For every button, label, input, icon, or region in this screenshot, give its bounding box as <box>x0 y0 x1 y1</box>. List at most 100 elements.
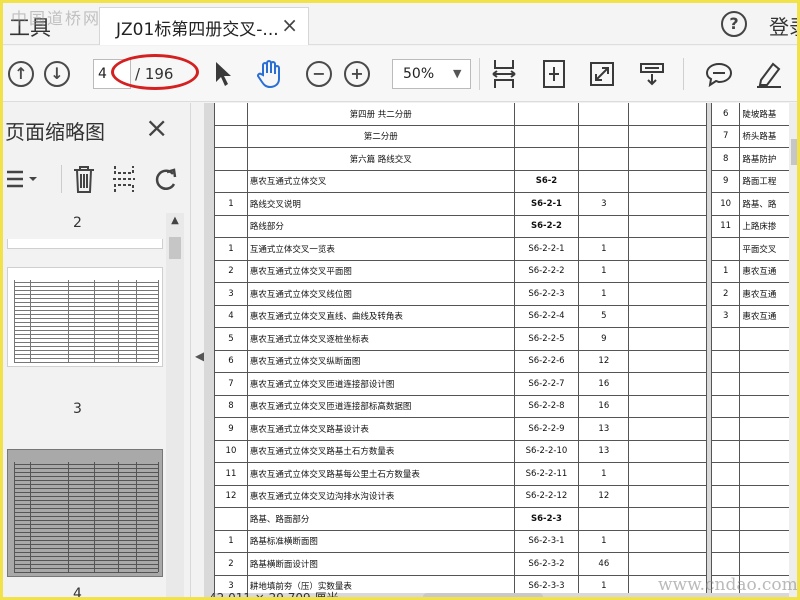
toolbar: ↑ ↓ 4 / 196 − + 50% ▼ <box>3 46 797 102</box>
close-tab-icon[interactable]: × <box>281 13 298 37</box>
document-tab-title: JZ01标第四册交叉-... <box>116 20 279 40</box>
table-row: 4 惠农互通式立体交叉直线、曲线及转角表 S6-2-2-4 5 <box>214 304 707 328</box>
tab-document[interactable]: JZ01标第四册交叉-... × <box>99 7 309 45</box>
table-cell-name: 第二分册 <box>246 124 515 148</box>
table-cell-name: 惠农互通式立体交叉逐桩坐标表 <box>246 327 515 351</box>
thumbnail-page-2[interactable] <box>7 239 163 249</box>
table-cell-pages: 16 <box>578 372 630 396</box>
delete-icon[interactable] <box>71 164 97 198</box>
table-cell-num: 10 <box>711 192 741 216</box>
table-cell-num: 7 <box>214 372 248 396</box>
table-row: 3 惠农互通 <box>711 304 797 328</box>
table-row: 路基、路面部分 S6-2-3 <box>214 507 707 531</box>
fit-page-icon[interactable] <box>539 46 569 102</box>
signin-link[interactable]: 登录 <box>769 11 797 40</box>
table-row: 平面交叉 <box>711 237 797 261</box>
thumbnail-page-4-selected[interactable] <box>7 449 163 577</box>
table-cell-name: 路线交叉说明 <box>246 192 515 216</box>
options-menu-icon[interactable] <box>5 167 41 195</box>
table-cell-num: 12 <box>214 484 248 508</box>
table-cell-name: 惠农互通式立体交叉路基每公里土石方数量表 <box>246 462 515 486</box>
read-mode-icon[interactable] <box>637 46 667 102</box>
help-icon[interactable]: ? <box>721 11 747 37</box>
table-cell-num: 11 <box>214 462 248 486</box>
document-viewer: 第四册 共二分册 第二分册 第六篇 路线交叉 惠农互通式立体交叉 S6-2 1 路线交叉说明… <box>204 103 797 597</box>
zoom-dropdown-icon[interactable]: ▼ <box>453 67 461 80</box>
rotate-icon[interactable] <box>153 164 179 198</box>
watermark-top: 中国道桥网 <box>11 9 102 28</box>
table-row: 1 路基标准横断面图 S6-2-3-1 1 <box>214 529 707 553</box>
table-cell-name: 第六篇 路线交叉 <box>246 147 515 171</box>
table-cell-empty <box>628 259 707 283</box>
table-row: 7 桥头路基 <box>711 124 797 148</box>
table-cell-code: S6-2-2-1 <box>513 237 580 261</box>
table-row: 11 上路床掺 <box>711 214 797 238</box>
table-cell-num <box>711 327 741 351</box>
table-cell-pages <box>578 214 630 238</box>
thumbnail-content <box>8 450 162 576</box>
close-panel-icon[interactable]: × <box>145 111 168 144</box>
table-row <box>711 462 797 486</box>
table-cell-pages <box>578 507 630 531</box>
table-cell-name: 互通式立体交叉一览表 <box>246 237 515 261</box>
prev-page-icon[interactable]: ↑ <box>7 46 35 102</box>
next-page-icon[interactable]: ↓ <box>43 46 71 102</box>
table-row <box>711 394 797 418</box>
table-cell-empty <box>628 529 707 553</box>
extract-pages-icon[interactable] <box>111 164 137 198</box>
scrollbar-thumb[interactable] <box>169 237 181 259</box>
table-cell-empty <box>628 507 707 531</box>
table-row <box>711 484 797 508</box>
table-cell-num <box>711 372 741 396</box>
table-cell-num: 8 <box>711 147 741 171</box>
table-cell-num <box>711 349 741 373</box>
table-row: 1 路线交叉说明 S6-2-1 3 <box>214 192 707 216</box>
table-cell-num: 2 <box>214 552 248 576</box>
table-cell-name: 惠农互通式立体交叉路基土石方数量表 <box>246 439 515 463</box>
zoom-select[interactable]: 50% ▼ <box>392 59 471 89</box>
table-row: 6 惠农互通式立体交叉纵断面图 S6-2-2-6 12 <box>214 349 707 373</box>
table-row <box>711 417 797 441</box>
document-scrollbar[interactable] <box>789 103 797 597</box>
highlight-pen-icon[interactable] <box>753 46 785 102</box>
panel-scrollbar[interactable]: ▲ <box>166 213 184 597</box>
table-cell-pages: 1 <box>578 282 630 306</box>
zoom-out-icon[interactable]: − <box>305 46 333 102</box>
zoom-in-icon[interactable]: + <box>343 46 371 102</box>
hand-icon[interactable] <box>253 46 285 102</box>
horizontal-scrollbar[interactable] <box>423 593 543 597</box>
table-cell-pages <box>578 147 630 171</box>
table-cell-empty <box>628 103 707 126</box>
table-cell-name: 路基横断面设计图 <box>246 552 515 576</box>
panel-toolbar <box>3 161 191 197</box>
table-cell-pages: 13 <box>578 417 630 441</box>
table-cell-empty <box>628 169 707 193</box>
table-cell-pages <box>578 169 630 193</box>
table-row: 第二分册 <box>214 124 707 148</box>
table-cell-num <box>711 507 741 531</box>
thumbnail-page-3[interactable] <box>7 267 163 367</box>
collapse-panel-icon[interactable]: ◀ <box>195 349 204 363</box>
table-cell-num: 9 <box>711 169 741 193</box>
fullscreen-icon[interactable] <box>587 46 617 102</box>
table-cell-num <box>214 124 248 148</box>
table-cell-pages: 9 <box>578 327 630 351</box>
fit-width-icon[interactable] <box>489 46 519 102</box>
table-cell-code: S6-2-2-11 <box>513 462 580 486</box>
table-row: 7 惠农互通式立体交叉匝道连接部设计图 S6-2-2-7 16 <box>214 372 707 396</box>
table-row: 惠农互通式立体交叉 S6-2 <box>214 169 707 193</box>
table-cell-pages: 46 <box>578 552 630 576</box>
table-cell-num <box>711 394 741 418</box>
table-cell-num: 3 <box>711 304 741 328</box>
table-cell-code: S6-2-2-10 <box>513 439 580 463</box>
scroll-up-icon[interactable]: ▲ <box>166 215 184 226</box>
watermark-bottom: www.cndao.com <box>658 575 798 595</box>
comment-icon[interactable] <box>703 46 735 102</box>
tab-bar: 工具 JZ01标第四册交叉-... × ? 登录 <box>3 3 797 45</box>
table-row: 9 惠农互通式立体交叉路基设计表 S6-2-2-9 13 <box>214 417 707 441</box>
table-cell-num: 1 <box>214 192 248 216</box>
table-row: 3 惠农互通式立体交叉线位图 S6-2-2-3 1 <box>214 282 707 306</box>
scrollbar-thumb[interactable] <box>791 139 797 165</box>
table-cell-empty <box>628 327 707 351</box>
select-arrow-icon[interactable] <box>209 46 237 102</box>
